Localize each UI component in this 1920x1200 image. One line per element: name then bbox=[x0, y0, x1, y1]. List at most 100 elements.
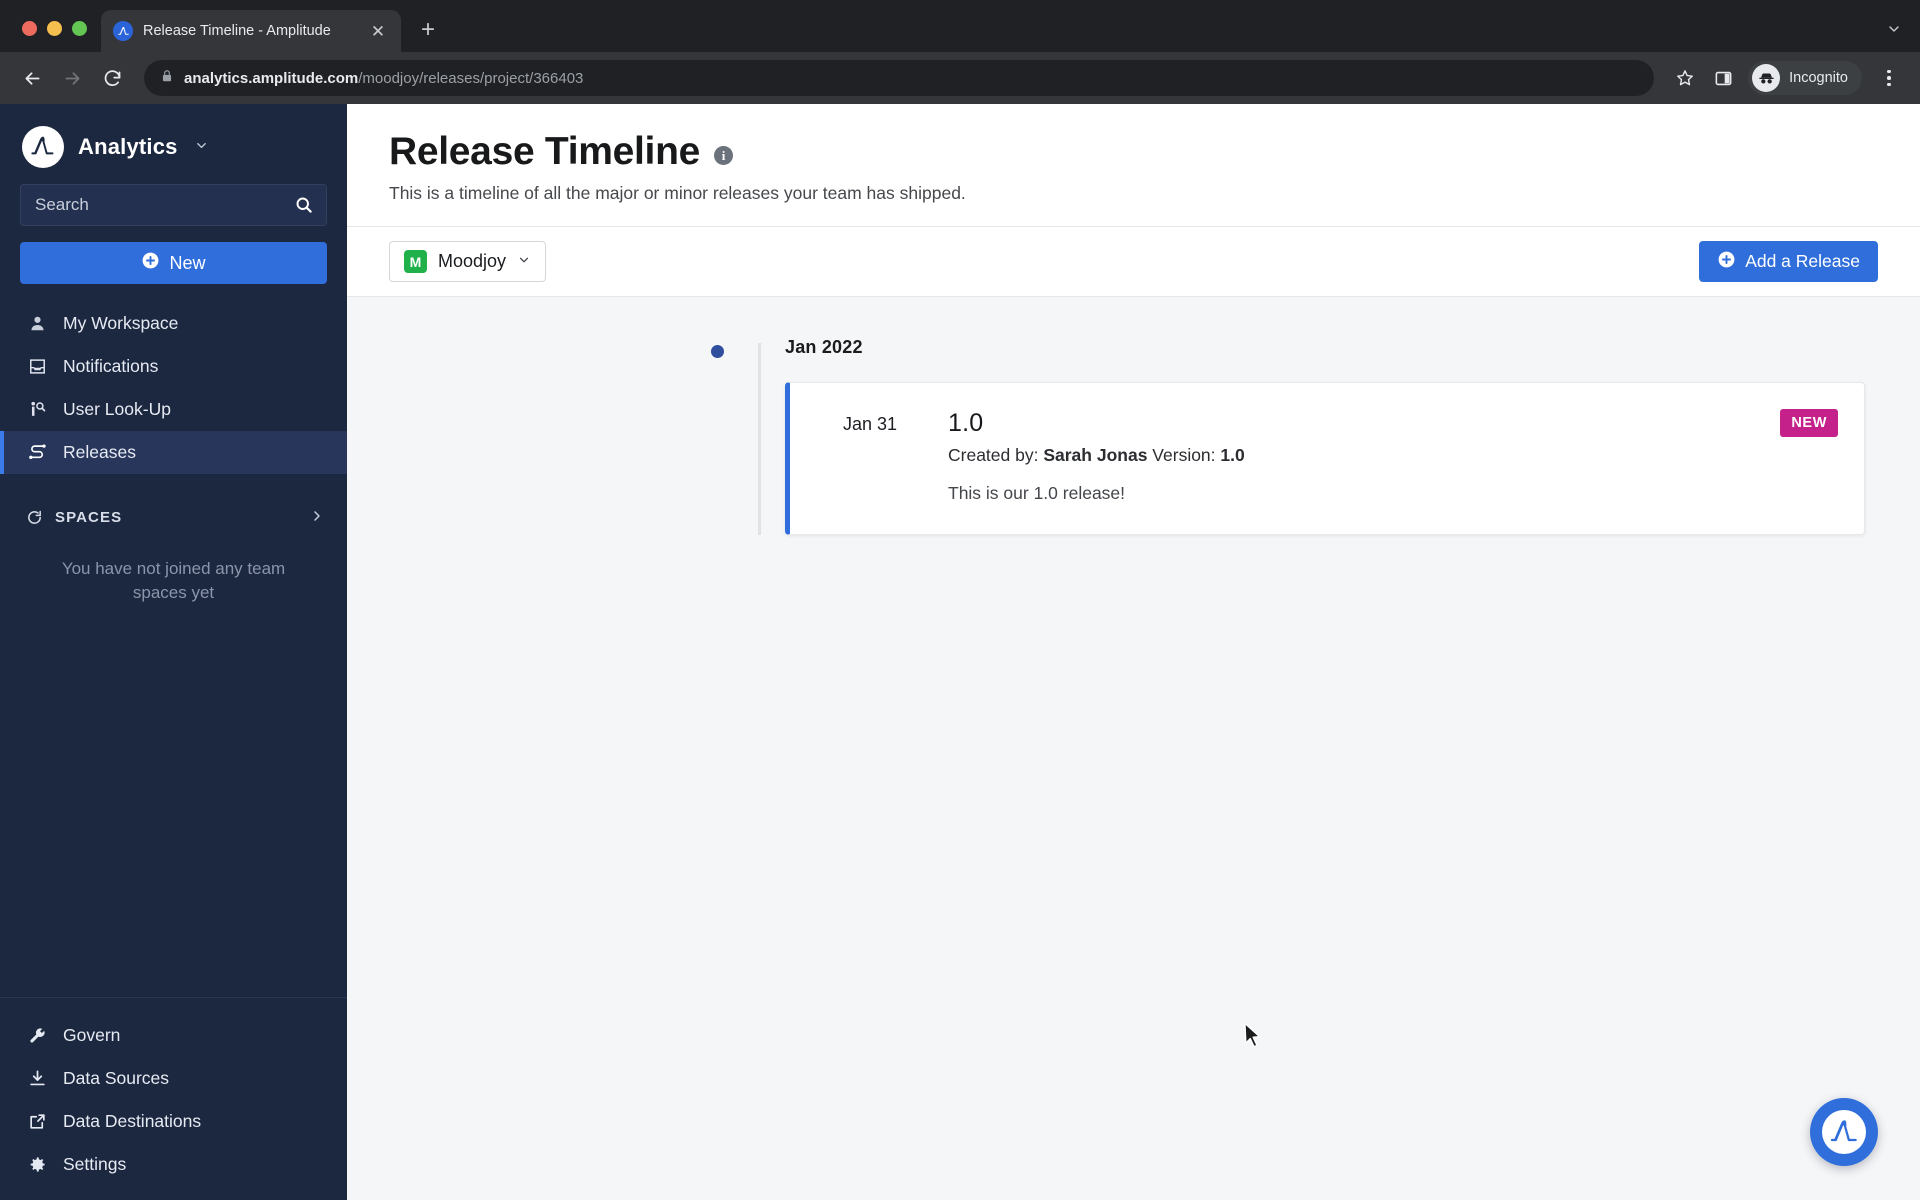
timeline: Jan 2022 Jan 31 1.0 Created by: Sarah Jo… bbox=[347, 297, 1920, 1200]
help-fab-button[interactable] bbox=[1810, 1098, 1878, 1166]
export-icon bbox=[26, 1112, 48, 1131]
status-badge: NEW bbox=[1780, 409, 1838, 437]
address-bar[interactable]: analytics.amplitude.com/moodjoy/releases… bbox=[144, 60, 1655, 96]
brand-name: Analytics bbox=[78, 134, 178, 159]
reload-icon[interactable] bbox=[94, 60, 130, 96]
spaces-empty-message: You have not joined any team spaces yet bbox=[61, 559, 286, 603]
brand-selector[interactable]: Analytics bbox=[0, 104, 347, 184]
browser-window: Release Timeline - Amplitude ✕ + analyti… bbox=[0, 0, 1920, 1200]
sidebar-item-label: Govern bbox=[63, 1025, 121, 1045]
search-icon[interactable] bbox=[294, 195, 314, 215]
plus-circle-icon bbox=[141, 251, 160, 275]
main-content: Release Timeline i This is a timeline of… bbox=[347, 104, 1920, 1200]
search-box[interactable] bbox=[20, 184, 327, 226]
release-description: This is our 1.0 release! bbox=[948, 483, 1126, 503]
project-name: Moodjoy bbox=[438, 251, 507, 271]
chevron-down-icon[interactable] bbox=[1886, 21, 1920, 52]
arrow-right-icon bbox=[54, 60, 90, 96]
sidebar-item-label: Notifications bbox=[63, 356, 159, 376]
close-window-button[interactable] bbox=[22, 21, 37, 36]
release-date: Jan 31 bbox=[843, 414, 898, 434]
minimize-window-button[interactable] bbox=[47, 21, 62, 36]
incognito-icon bbox=[1752, 64, 1781, 92]
arrow-left-icon[interactable] bbox=[14, 60, 50, 96]
url-path: /moodjoy/releases/project/366403 bbox=[358, 69, 584, 87]
sidebar-item-releases[interactable]: Releases bbox=[0, 431, 347, 474]
sidebar-item-label: My Workspace bbox=[63, 313, 179, 333]
add-release-button[interactable]: Add a Release bbox=[1699, 241, 1878, 282]
search-container bbox=[0, 184, 347, 226]
wrench-icon bbox=[26, 1026, 48, 1045]
sidebar-item-label: User Look-Up bbox=[63, 399, 171, 419]
sidebar-item-label: Data Sources bbox=[63, 1068, 170, 1088]
sidebar-item-user-look-up[interactable]: User Look-Up bbox=[0, 388, 347, 431]
page-body: Analytics New bbox=[0, 104, 1920, 1200]
releases-icon bbox=[26, 442, 48, 463]
plus-circle-icon bbox=[1717, 250, 1736, 274]
search-input[interactable] bbox=[35, 195, 294, 215]
release-body: 1.0 Created by: Sarah Jonas Version: 1.0… bbox=[948, 409, 1836, 504]
timeline-group: Jan 2022 Jan 31 1.0 Created by: Sarah Jo… bbox=[347, 337, 1920, 535]
sidebar-item-my-workspace[interactable]: My Workspace bbox=[0, 302, 347, 345]
user-search-icon bbox=[26, 400, 48, 419]
project-selector[interactable]: M Moodjoy bbox=[389, 241, 547, 282]
close-icon[interactable]: ✕ bbox=[367, 20, 389, 42]
spaces-header[interactable]: SPACES bbox=[0, 474, 347, 527]
sidebar-item-label: Settings bbox=[63, 1154, 127, 1174]
gear-icon bbox=[26, 1155, 48, 1174]
profile-label: Incognito bbox=[1789, 70, 1848, 86]
chevron-right-icon[interactable] bbox=[309, 508, 325, 527]
version-label: Version: bbox=[1152, 445, 1216, 465]
mouse-pointer-icon bbox=[1243, 1022, 1263, 1055]
add-release-label: Add a Release bbox=[1745, 251, 1860, 271]
created-by-value: Sarah Jonas bbox=[1043, 445, 1148, 465]
content-toolbar: M Moodjoy Add a Release bbox=[347, 227, 1920, 297]
sidebar-item-label: Data Destinations bbox=[63, 1111, 202, 1131]
maximize-window-button[interactable] bbox=[72, 21, 87, 36]
person-icon bbox=[26, 314, 48, 333]
kebab-menu-icon[interactable] bbox=[1872, 61, 1906, 95]
window-controls bbox=[10, 21, 101, 52]
spaces-icon bbox=[26, 509, 43, 526]
page-title: Release Timeline bbox=[389, 130, 700, 173]
download-icon bbox=[26, 1069, 48, 1088]
profile-button[interactable]: Incognito bbox=[1748, 61, 1862, 95]
sidebar: Analytics New bbox=[0, 104, 347, 1200]
sidebar-bottom-nav: Govern Data Sources Data Destinations Se… bbox=[0, 997, 347, 1200]
spaces-title: SPACES bbox=[55, 509, 123, 526]
new-button[interactable]: New bbox=[20, 242, 327, 284]
lock-icon bbox=[160, 69, 174, 88]
chevron-down-icon[interactable] bbox=[194, 138, 209, 156]
sidebar-item-govern[interactable]: Govern bbox=[0, 1014, 347, 1057]
release-title: 1.0 bbox=[948, 409, 984, 437]
star-icon[interactable] bbox=[1668, 61, 1702, 95]
amplitude-logo-icon bbox=[1822, 1110, 1866, 1154]
version-value: 1.0 bbox=[1220, 445, 1245, 465]
sidebar-item-label: Releases bbox=[63, 442, 136, 462]
sidebar-item-data-sources[interactable]: Data Sources bbox=[0, 1057, 347, 1100]
sidebar-item-settings[interactable]: Settings bbox=[0, 1143, 347, 1186]
url-host: analytics.amplitude.com bbox=[184, 69, 359, 87]
page-header: Release Timeline i This is a timeline of… bbox=[347, 104, 1920, 227]
new-container: New bbox=[0, 226, 347, 284]
new-button-label: New bbox=[169, 252, 206, 273]
sidebar-item-notifications[interactable]: Notifications bbox=[0, 345, 347, 388]
tab-title: Release Timeline - Amplitude bbox=[143, 23, 331, 39]
browser-tabstrip: Release Timeline - Amplitude ✕ + bbox=[0, 0, 1920, 52]
amplitude-logo-icon bbox=[22, 126, 64, 168]
amplitude-logo-icon bbox=[113, 21, 133, 41]
release-card[interactable]: Jan 31 1.0 Created by: Sarah Jonas Versi… bbox=[785, 382, 1865, 535]
side-panel-icon[interactable] bbox=[1706, 61, 1740, 95]
timeline-month-label: Jan 2022 bbox=[785, 337, 863, 357]
info-icon[interactable]: i bbox=[714, 145, 733, 165]
browser-toolbar: analytics.amplitude.com/moodjoy/releases… bbox=[0, 52, 1920, 104]
plus-icon[interactable]: + bbox=[411, 13, 445, 47]
timeline-bullet-icon bbox=[711, 345, 724, 358]
sidebar-nav: My Workspace Notifications User Look-Up bbox=[0, 302, 347, 474]
chevron-down-icon bbox=[517, 253, 531, 270]
sidebar-item-data-destinations[interactable]: Data Destinations bbox=[0, 1100, 347, 1143]
page-subtitle: This is a timeline of all the major or m… bbox=[389, 183, 966, 203]
created-by-label: Created by: bbox=[948, 445, 1039, 465]
browser-tab[interactable]: Release Timeline - Amplitude ✕ bbox=[101, 10, 401, 52]
release-meta: Created by: Sarah Jonas Version: 1.0 bbox=[948, 445, 1836, 466]
